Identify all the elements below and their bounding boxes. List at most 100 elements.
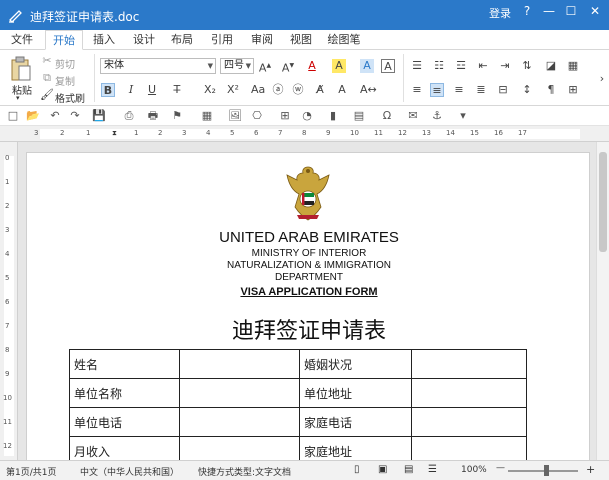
picture-icon[interactable]: 🖼 bbox=[228, 109, 242, 123]
align-left-icon[interactable]: ≡ bbox=[410, 83, 424, 97]
tab-insert[interactable]: 插入 bbox=[88, 30, 120, 50]
font-color-icon[interactable]: A bbox=[305, 59, 319, 73]
table-cell-input[interactable] bbox=[411, 407, 527, 437]
tab-file[interactable]: 文件 bbox=[6, 30, 38, 50]
enclose-char-icon[interactable]: ⓦ bbox=[291, 83, 305, 97]
tab-draw[interactable]: 绘图笔 bbox=[324, 30, 364, 50]
print-icon[interactable]: 🖶 bbox=[146, 109, 160, 123]
ribbon-scroll-icon[interactable]: › bbox=[595, 72, 609, 86]
horizontal-ruler[interactable]: 3 2 1 ⧗ 1 2 3 4 5 6 7 8 9 10 11 12 13 14… bbox=[0, 126, 609, 142]
superscript-icon[interactable]: X² bbox=[226, 83, 240, 97]
tab-layout[interactable]: 布局 bbox=[166, 30, 198, 50]
shapes-icon[interactable]: ◔ bbox=[300, 109, 314, 123]
comment-icon[interactable]: ✉ bbox=[406, 109, 420, 123]
new-doc-icon[interactable]: □ bbox=[6, 109, 20, 123]
open-icon[interactable]: 📂 bbox=[26, 109, 40, 123]
paste-icon[interactable] bbox=[10, 56, 32, 82]
zoom-slider[interactable] bbox=[508, 470, 578, 472]
clear-format-icon[interactable]: A̸ bbox=[313, 83, 327, 97]
copy-icon[interactable]: ⧉ bbox=[40, 71, 54, 85]
copy-label[interactable]: 复制 bbox=[55, 73, 75, 88]
table-cell-label[interactable]: 家庭电话 bbox=[299, 407, 412, 437]
login-link[interactable]: 登录 bbox=[489, 5, 511, 21]
cut-icon[interactable]: ✂ bbox=[40, 54, 54, 68]
web-layout-icon[interactable]: ▤ bbox=[404, 464, 413, 475]
tab-view[interactable]: 视图 bbox=[285, 30, 317, 50]
font-name-select[interactable]: 宋体 ▼ bbox=[100, 58, 216, 74]
vertical-ruler[interactable]: 0 1 2 3 4 5 6 7 8 9 10 11 12 bbox=[0, 142, 18, 460]
close-button[interactable]: ✕ bbox=[587, 3, 603, 19]
sort-icon[interactable]: ⇅ bbox=[520, 59, 534, 73]
multilevel-list-icon[interactable]: ☲ bbox=[454, 59, 468, 73]
table-icon[interactable]: ▦ bbox=[200, 109, 214, 123]
paragraph-settings-icon[interactable]: ⊞ bbox=[566, 83, 580, 97]
table-cell-label[interactable]: 姓名 bbox=[69, 349, 180, 379]
font-size-select[interactable]: 四号 ▼ bbox=[220, 58, 254, 74]
underline-icon[interactable]: U bbox=[145, 83, 159, 97]
justify-icon[interactable]: ≣ bbox=[474, 83, 488, 97]
table-cell-label[interactable]: 月收入 bbox=[69, 436, 180, 460]
redo-icon[interactable]: ↷ bbox=[68, 109, 82, 123]
format-painter-label[interactable]: 格式刷 bbox=[55, 90, 85, 105]
distribute-icon[interactable]: ⊟ bbox=[496, 83, 510, 97]
bullets-icon[interactable]: ☰ bbox=[410, 59, 424, 73]
table-cell-label[interactable]: 婚姻状况 bbox=[299, 349, 412, 379]
hyperlink-icon[interactable]: ⚓ bbox=[430, 109, 444, 123]
phonetic-icon[interactable]: ⓐ bbox=[271, 83, 285, 97]
table-cell-input[interactable] bbox=[411, 349, 527, 379]
grow-font-icon[interactable]: A▲ bbox=[258, 59, 272, 75]
minimize-button[interactable]: — bbox=[541, 3, 557, 19]
change-case-icon[interactable]: Aa bbox=[251, 83, 265, 97]
save-icon[interactable]: 💾 bbox=[92, 109, 106, 123]
scrollbar-thumb[interactable] bbox=[599, 152, 607, 252]
highlight-icon[interactable]: A bbox=[332, 59, 346, 73]
document-area[interactable]: UNITED ARAB EMIRATES MINISTRY OF INTERIO… bbox=[18, 142, 596, 460]
spellcheck-icon[interactable]: ⚑ bbox=[170, 109, 184, 123]
outline-view-icon[interactable]: ☰ bbox=[428, 464, 437, 475]
paste-label[interactable]: 粘贴 bbox=[12, 82, 32, 97]
show-marks-icon[interactable]: ¶ bbox=[544, 83, 558, 97]
table-cell-input[interactable] bbox=[179, 378, 300, 408]
zoom-in-button[interactable]: + bbox=[586, 463, 595, 476]
subscript-icon[interactable]: X₂ bbox=[203, 83, 217, 97]
customize-qat-icon[interactable]: ▾ bbox=[456, 109, 470, 123]
char-border-icon[interactable]: A bbox=[381, 59, 395, 73]
screenshot-icon[interactable]: ⎔ bbox=[250, 109, 264, 123]
paste-dropdown-icon[interactable]: ▾ bbox=[16, 94, 20, 102]
line-spacing-icon[interactable]: ↕ bbox=[520, 83, 534, 97]
strikethrough-icon[interactable]: T̶ bbox=[170, 83, 184, 97]
tab-design[interactable]: 设计 bbox=[128, 30, 160, 50]
maximize-button[interactable]: ☐ bbox=[563, 3, 579, 19]
symbol-icon[interactable]: Ω bbox=[380, 109, 394, 123]
table-cell-label[interactable]: 单位名称 bbox=[69, 378, 180, 408]
decrease-indent-icon[interactable]: ⇤ bbox=[476, 59, 490, 73]
char-scale-icon[interactable]: A↔ bbox=[360, 83, 377, 97]
numbering-icon[interactable]: ☷ bbox=[432, 59, 446, 73]
indent-marker-icon[interactable]: ⧗ bbox=[112, 129, 117, 138]
zoom-out-button[interactable]: — bbox=[496, 463, 505, 473]
document-page[interactable]: UNITED ARAB EMIRATES MINISTRY OF INTERIO… bbox=[26, 152, 590, 460]
tab-references[interactable]: 引用 bbox=[206, 30, 238, 50]
help-icon[interactable]: ? bbox=[519, 3, 535, 19]
smartart-icon[interactable]: ⊞ bbox=[278, 109, 292, 123]
chart-icon[interactable]: ▮ bbox=[326, 109, 340, 123]
tab-review[interactable]: 审阅 bbox=[246, 30, 278, 50]
table-cell-input[interactable] bbox=[411, 436, 527, 460]
char-shading-icon[interactable]: A bbox=[335, 83, 349, 97]
shrink-font-icon[interactable]: A▼ bbox=[281, 59, 295, 75]
table-cell-input[interactable] bbox=[179, 436, 300, 460]
border-icon[interactable]: ▦ bbox=[566, 59, 580, 73]
print-layout-icon[interactable]: ▣ bbox=[378, 464, 387, 475]
format-painter-icon[interactable]: 🖌 bbox=[40, 88, 54, 102]
page-count[interactable]: 第1页/共1页 bbox=[6, 465, 57, 478]
cut-label[interactable]: 剪切 bbox=[55, 56, 75, 71]
text-effect-icon[interactable]: A bbox=[360, 59, 374, 73]
shading-icon[interactable]: ◪ bbox=[544, 59, 558, 73]
align-center-icon[interactable]: ≡ bbox=[430, 83, 444, 97]
table-cell-input[interactable] bbox=[179, 349, 300, 379]
italic-icon[interactable]: I bbox=[124, 83, 138, 97]
increase-indent-icon[interactable]: ⇥ bbox=[498, 59, 512, 73]
table-cell-label[interactable]: 单位电话 bbox=[69, 407, 180, 437]
textbox-icon[interactable]: ▤ bbox=[352, 109, 366, 123]
align-right-icon[interactable]: ≡ bbox=[452, 83, 466, 97]
